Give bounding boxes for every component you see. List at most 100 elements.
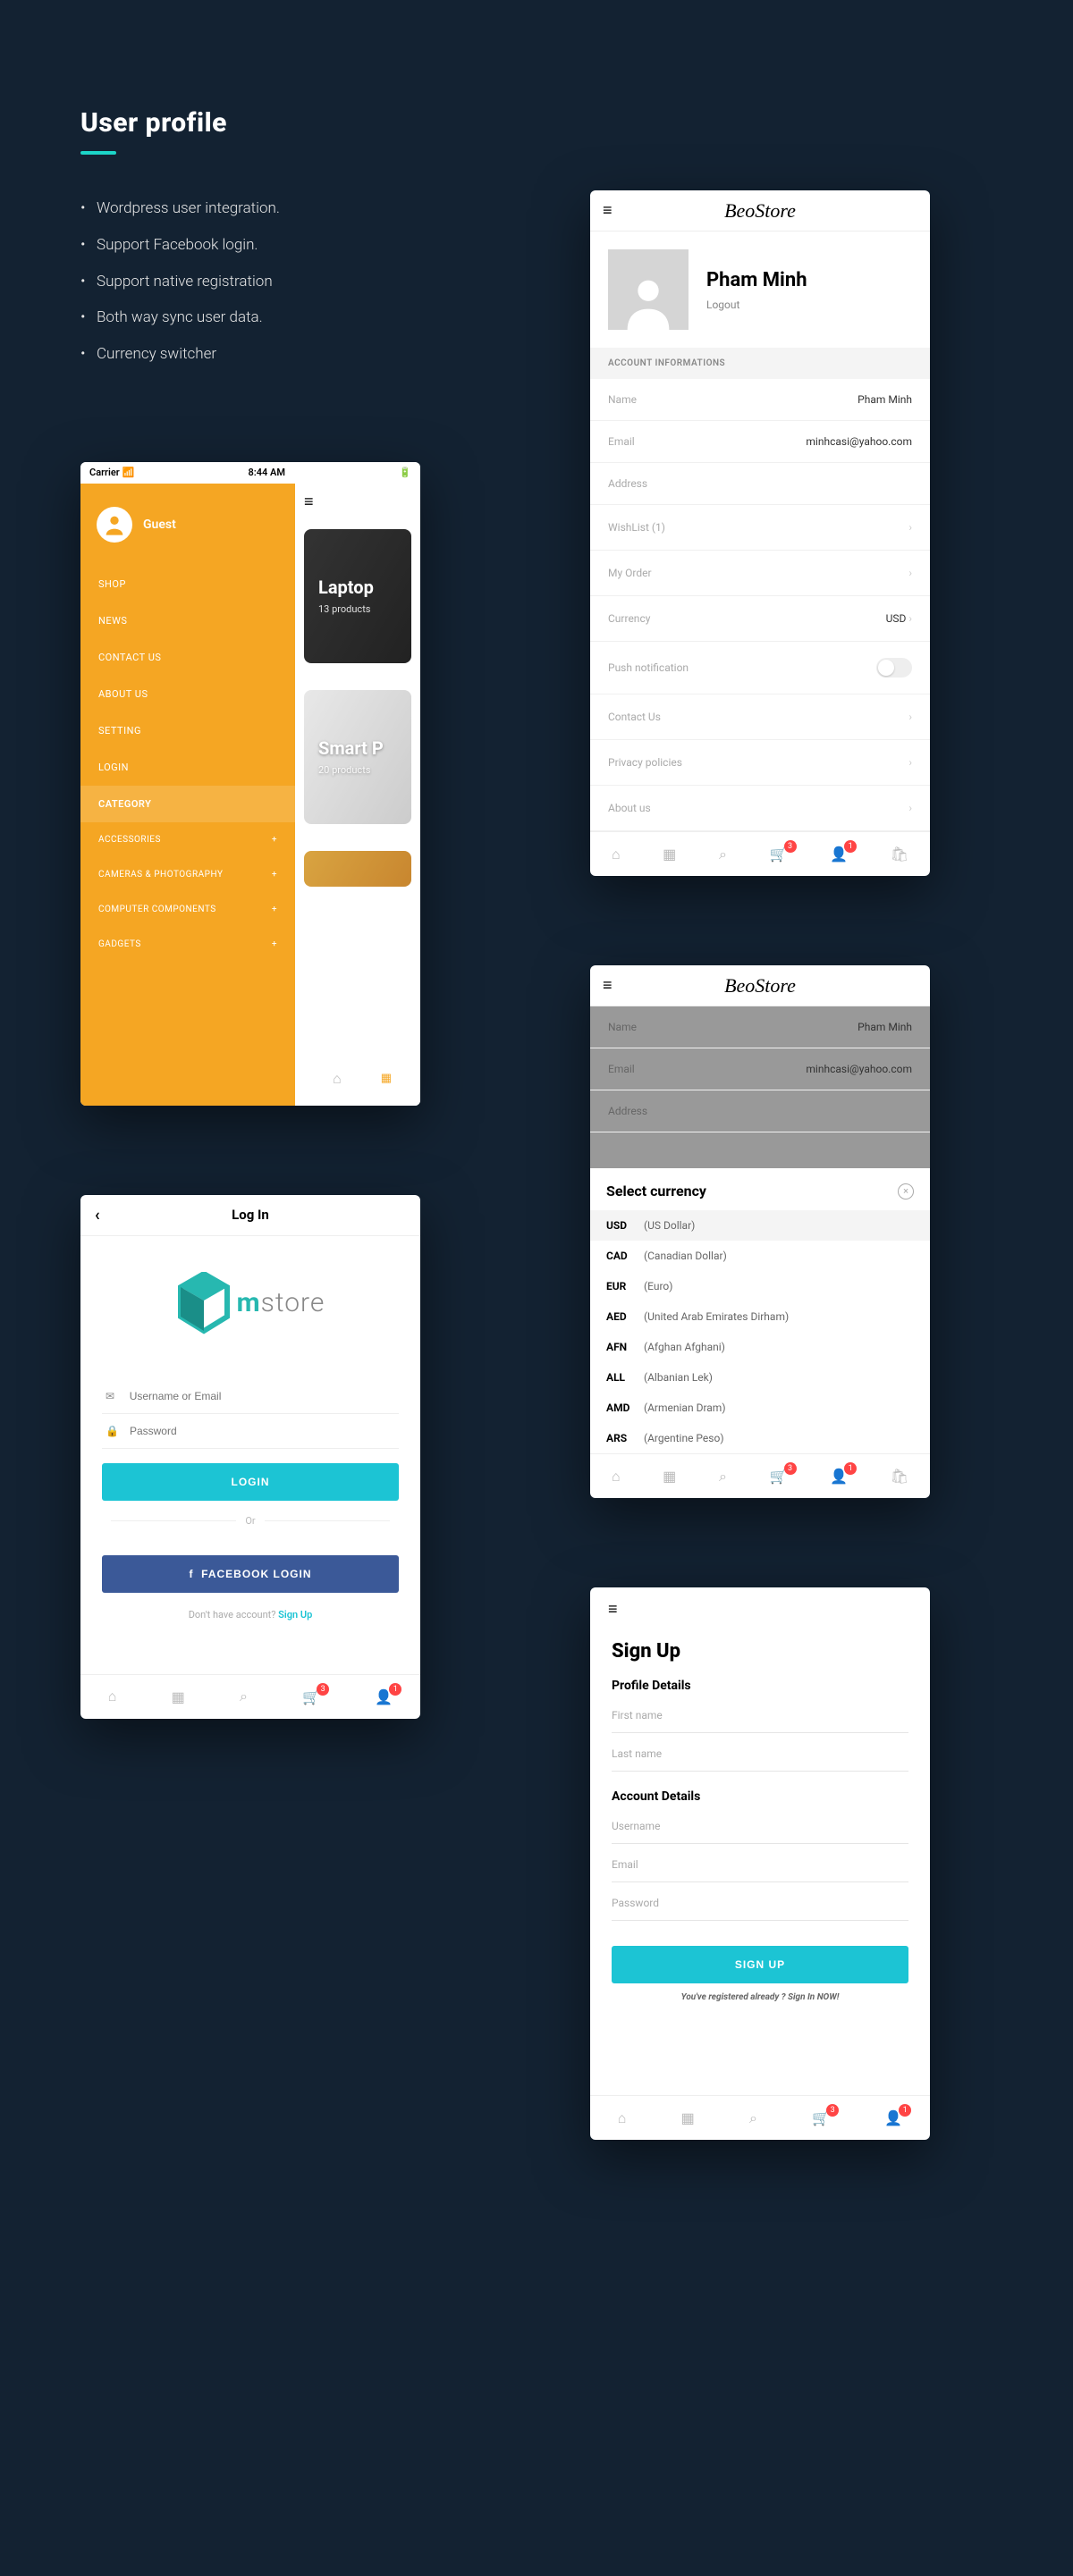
- hamburger-icon[interactable]: ≡: [603, 201, 613, 220]
- currency-option-cad[interactable]: CAD(Canadian Dollar): [590, 1241, 930, 1271]
- username-input[interactable]: [130, 1390, 395, 1402]
- currency-option-usd[interactable]: USD(US Dollar): [590, 1210, 930, 1241]
- feature-item: Currency switcher: [80, 336, 483, 373]
- signup-button[interactable]: SIGN UP: [612, 1946, 908, 1983]
- drawer-item-contact[interactable]: CONTACT US: [80, 639, 295, 676]
- tab-bar: ⌂ ▦ ⌕ 🛒3 👤1 🛍: [590, 1453, 930, 1498]
- drawer-item-about[interactable]: ABOUT US: [80, 676, 295, 712]
- drawer-item-category[interactable]: CATEGORY: [80, 786, 295, 822]
- hamburger-icon[interactable]: ≡: [603, 976, 613, 995]
- home-icon[interactable]: ⌂: [333, 1070, 342, 1088]
- category-card-laptop[interactable]: Laptop 13 products: [304, 529, 411, 663]
- password-field[interactable]: Password: [612, 1886, 908, 1921]
- phone-profile: ≡ BeoStore Pham Minh Logout ACCOUNT INFO…: [590, 190, 930, 876]
- cart-icon[interactable]: 🛒3: [302, 1688, 320, 1705]
- lock-icon: 🔒: [106, 1425, 119, 1437]
- currency-option-all[interactable]: ALL(Albanian Lek): [590, 1362, 930, 1393]
- guest-row[interactable]: Guest: [80, 484, 295, 566]
- avatar-placeholder-icon: [608, 249, 689, 330]
- drawer-sub-gadgets[interactable]: GADGETS+: [80, 927, 295, 962]
- chevron-right-icon: ›: [908, 567, 912, 579]
- signin-note[interactable]: You've registered already ? Sign In NOW!: [612, 1992, 908, 2002]
- mstore-logo: mstore: [102, 1272, 399, 1334]
- login-header: ‹ Log In: [80, 1195, 420, 1236]
- last-name-field[interactable]: Last name: [612, 1737, 908, 1772]
- menu-privacy[interactable]: Privacy policies›: [590, 740, 930, 786]
- currency-option-ars[interactable]: ARS(Argentine Peso): [590, 1423, 930, 1453]
- grid-icon[interactable]: ▦: [172, 1688, 185, 1705]
- drawer-sub-accessories[interactable]: ACCESSORIES+: [80, 822, 295, 857]
- info-name: NamePham Minh: [590, 1006, 930, 1048]
- home-icon[interactable]: ⌂: [612, 846, 621, 863]
- password-input[interactable]: [130, 1425, 395, 1437]
- drawer-item-shop[interactable]: SHOP: [80, 566, 295, 602]
- search-icon[interactable]: ⌕: [719, 1468, 727, 1486]
- user-icon[interactable]: 👤1: [830, 846, 848, 863]
- tab-bar: ⌂ ▦ ⌕ 🛒3 👤1 🛍: [590, 831, 930, 876]
- user-name: Pham Minh: [706, 269, 807, 291]
- phone-currency: ≡ BeoStore NamePham Minh Emailminhcasi@y…: [590, 965, 930, 1498]
- currency-option-eur[interactable]: EUR(Euro): [590, 1271, 930, 1301]
- logout-link[interactable]: Logout: [706, 299, 807, 311]
- menu-about[interactable]: About us›: [590, 786, 930, 831]
- first-name-field[interactable]: First name: [612, 1698, 908, 1733]
- drawer-item-login[interactable]: LOGIN: [80, 749, 295, 786]
- plus-icon: +: [272, 835, 277, 845]
- plus-icon: +: [272, 905, 277, 914]
- hamburger-icon[interactable]: ≡: [304, 492, 411, 511]
- login-button[interactable]: LOGIN: [102, 1463, 399, 1501]
- hamburger-icon[interactable]: ≡: [608, 1600, 618, 1619]
- username-field[interactable]: Username: [612, 1809, 908, 1844]
- grid-icon[interactable]: ▦: [663, 846, 676, 863]
- email-field[interactable]: Email: [612, 1848, 908, 1882]
- back-icon[interactable]: ‹: [95, 1206, 100, 1225]
- category-card[interactable]: [304, 851, 411, 887]
- menu-contact[interactable]: Contact Us›: [590, 695, 930, 740]
- drawer-sub-components[interactable]: COMPUTER COMPONENTS+: [80, 892, 295, 927]
- facebook-login-button[interactable]: f FACEBOOK LOGIN: [102, 1555, 399, 1593]
- signup-link[interactable]: Sign Up: [278, 1609, 312, 1621]
- user-icon[interactable]: 👤1: [375, 1688, 393, 1705]
- home-icon[interactable]: ⌂: [618, 2109, 627, 2127]
- search-icon[interactable]: ⌕: [719, 846, 727, 863]
- menu-push[interactable]: Push notification: [590, 642, 930, 695]
- clock: 8:44 AM: [248, 467, 285, 478]
- menu-currency[interactable]: CurrencyUSD ›: [590, 596, 930, 642]
- grid-icon[interactable]: ▦: [681, 2109, 695, 2126]
- bag-icon[interactable]: 🛍: [891, 846, 908, 863]
- user-icon[interactable]: 👤1: [884, 2109, 902, 2126]
- drawer-sub-cameras[interactable]: CAMERAS & PHOTOGRAPHY+: [80, 857, 295, 892]
- profile-details-header: Profile Details: [612, 1679, 908, 1693]
- drawer-item-news[interactable]: NEWS: [80, 602, 295, 639]
- search-icon[interactable]: ⌕: [240, 1688, 248, 1705]
- cart-icon[interactable]: 🛒3: [812, 2109, 830, 2126]
- user-icon[interactable]: 👤1: [830, 1468, 848, 1485]
- grid-icon[interactable]: ▦: [663, 1468, 676, 1485]
- grid-icon[interactable]: ▦: [381, 1072, 392, 1085]
- cart-icon[interactable]: 🛒3: [770, 1468, 788, 1485]
- cart-icon[interactable]: 🛒3: [770, 846, 788, 863]
- close-icon[interactable]: ×: [898, 1183, 914, 1200]
- category-card-smart[interactable]: Smart P 20 products: [304, 690, 411, 824]
- search-icon[interactable]: ⌕: [749, 2109, 757, 2127]
- currency-option-aed[interactable]: AED(United Arab Emirates Dirham): [590, 1301, 930, 1332]
- drawer-item-setting[interactable]: SETTING: [80, 712, 295, 749]
- app-header: ≡ BeoStore: [590, 965, 930, 1006]
- feature-item: Both way sync user data.: [80, 299, 483, 336]
- home-icon[interactable]: ⌂: [612, 1468, 621, 1486]
- currency-option-amd[interactable]: AMD(Armenian Dram): [590, 1393, 930, 1423]
- mail-icon: ✉: [106, 1390, 119, 1402]
- drawer-menu: Guest SHOP NEWS CONTACT US ABOUT US SETT…: [80, 484, 295, 1106]
- menu-wishlist[interactable]: WishList (1)›: [590, 505, 930, 551]
- signup-prompt: Don't have account? Sign Up: [102, 1609, 399, 1621]
- toggle-switch[interactable]: [876, 658, 912, 678]
- feature-item: Support native registration: [80, 264, 483, 300]
- currency-option-afn[interactable]: AFN(Afghan Afghani): [590, 1332, 930, 1362]
- menu-order[interactable]: My Order›: [590, 551, 930, 596]
- bag-icon[interactable]: 🛍: [891, 1468, 908, 1485]
- app-header: ≡ BeoStore: [590, 190, 930, 232]
- home-icon[interactable]: ⌂: [108, 1688, 117, 1705]
- chevron-right-icon: ›: [908, 521, 912, 534]
- page-title: User profile: [80, 107, 993, 139]
- chevron-right-icon: ›: [908, 756, 912, 769]
